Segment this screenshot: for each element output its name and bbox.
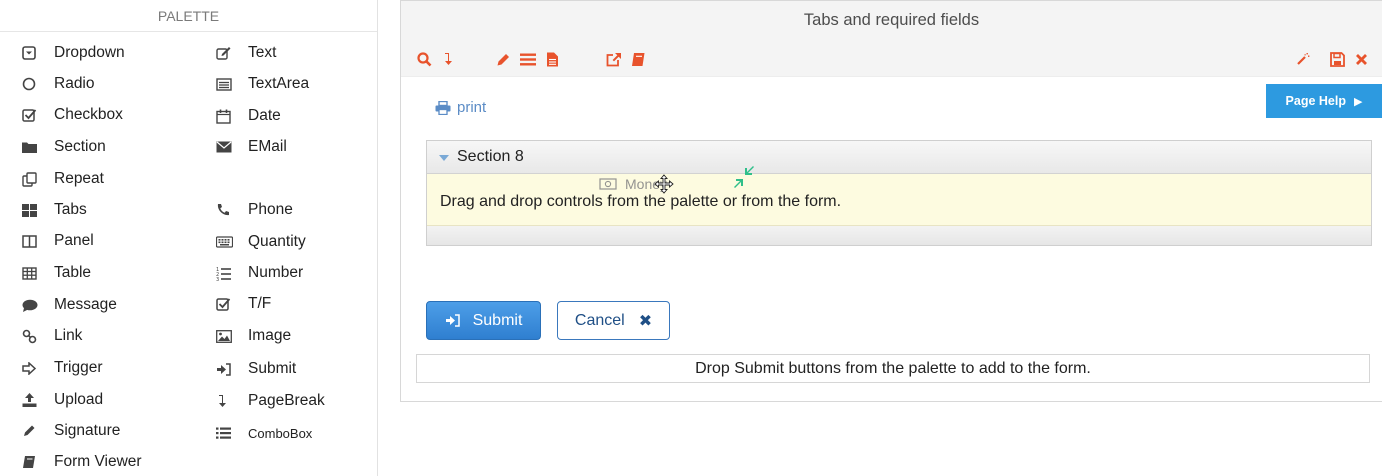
edit-icon (216, 46, 238, 60)
palette-item-signature[interactable]: Signature (22, 416, 120, 446)
external-link-icon[interactable] (605, 50, 623, 68)
close-icon[interactable] (1352, 50, 1370, 68)
play-icon: ▶ (1353, 95, 1363, 108)
caret-down-icon (439, 155, 449, 161)
pagebreak-icon (216, 394, 238, 408)
palette-item-dropdown[interactable]: Dropdown (22, 38, 125, 68)
table-icon (22, 266, 44, 280)
submit-button[interactable]: Submit (426, 301, 541, 340)
list-icon[interactable] (519, 50, 537, 68)
print-link[interactable]: print (435, 99, 486, 116)
palette-item-tf[interactable]: T/F (216, 289, 271, 319)
ordered-list-icon: 123 (216, 266, 238, 281)
palette-item-tabs[interactable]: Tabs (22, 195, 87, 225)
cancel-button[interactable]: Cancel ✖ (557, 301, 670, 340)
checkbox-icon (216, 297, 238, 311)
panel-icon (22, 234, 44, 248)
palette-item-message[interactable]: Message (22, 290, 117, 320)
money-icon (599, 178, 617, 190)
form-title: Tabs and required fields (401, 1, 1382, 39)
section-footer (427, 226, 1371, 245)
book-icon[interactable] (629, 50, 647, 68)
checkbox-icon (22, 108, 44, 122)
palette-item-pagebreak[interactable]: PageBreak (216, 386, 325, 416)
palette-header: PALETTE (0, 0, 377, 32)
pagebreak-icon[interactable] (439, 50, 457, 68)
palette-item-quantity[interactable]: Quantity (216, 227, 306, 257)
section-title: Section 8 (457, 148, 524, 165)
sign-in-icon (216, 362, 238, 376)
section-drop-text: Drag and drop controls from the palette … (440, 193, 842, 210)
pencil-icon[interactable] (494, 50, 512, 68)
tabs-icon (22, 203, 44, 217)
submit-drop-zone[interactable]: Drop Submit buttons from the palette to … (416, 354, 1370, 383)
radio-icon (22, 77, 44, 91)
palette-item-radio[interactable]: Radio (22, 69, 95, 99)
palette-item-section[interactable]: Section (22, 132, 106, 162)
sign-in-icon (445, 314, 461, 327)
pencil-icon (22, 424, 44, 438)
palette-item-repeat[interactable]: Repeat (22, 164, 104, 194)
palette-panel: PALETTE Dropdown Radio Checkbox Section … (0, 0, 378, 476)
palette-item-combobox[interactable]: ComboBox (216, 418, 312, 448)
phone-icon (216, 203, 238, 217)
palette-item-upload[interactable]: Upload (22, 385, 103, 415)
palette-item-email[interactable]: EMail (216, 132, 287, 162)
section-header[interactable]: Section 8 (427, 141, 1371, 174)
trigger-icon (22, 361, 44, 375)
palette-item-submit[interactable]: Submit (216, 354, 296, 384)
palette-item-trigger[interactable]: Trigger (22, 353, 103, 383)
palette-item-image[interactable]: Image (216, 321, 291, 351)
section-container[interactable]: Section 8 Money Drag and drop controls f… (426, 140, 1372, 246)
dropdown-icon (22, 46, 44, 60)
page-help-button[interactable]: Page Help ▶ (1266, 84, 1382, 118)
palette-item-panel[interactable]: Panel (22, 226, 94, 256)
palette-item-date[interactable]: Date (216, 101, 281, 131)
palette-item-checkbox[interactable]: Checkbox (22, 100, 123, 130)
palette-item-text[interactable]: Text (216, 38, 276, 68)
magic-wand-icon[interactable] (1294, 50, 1312, 68)
textarea-icon (216, 77, 238, 91)
palette-item-phone[interactable]: Phone (216, 195, 293, 225)
link-icon (22, 329, 44, 344)
palette-item-textarea[interactable]: TextArea (216, 69, 309, 99)
book-icon (22, 455, 44, 469)
envelope-icon (216, 141, 238, 153)
form-toolbar (401, 39, 1382, 77)
upload-icon (22, 393, 44, 407)
palette-item-form-viewer[interactable]: Form Viewer (22, 447, 142, 476)
compress-icon (732, 165, 756, 194)
form-designer: Tabs and required fields print Page Help… (400, 0, 1382, 402)
folder-icon (22, 141, 44, 154)
repeat-icon (22, 171, 44, 187)
calendar-icon (216, 109, 238, 124)
palette-item-number[interactable]: 123 Number (216, 258, 303, 288)
close-icon: ✖ (638, 312, 653, 330)
svg-text:3: 3 (216, 277, 219, 281)
image-icon (216, 329, 238, 343)
section-drop-zone[interactable]: Money Drag and drop controls from the pa… (427, 166, 1371, 226)
keyboard-icon (216, 236, 238, 248)
message-icon (22, 299, 44, 312)
palette-item-link[interactable]: Link (22, 321, 82, 351)
palette-item-table[interactable]: Table (22, 258, 91, 288)
printer-icon (435, 100, 451, 115)
list-icon (216, 427, 238, 439)
document-icon[interactable] (543, 50, 561, 68)
search-icon[interactable] (415, 50, 433, 68)
save-icon[interactable] (1328, 50, 1346, 68)
